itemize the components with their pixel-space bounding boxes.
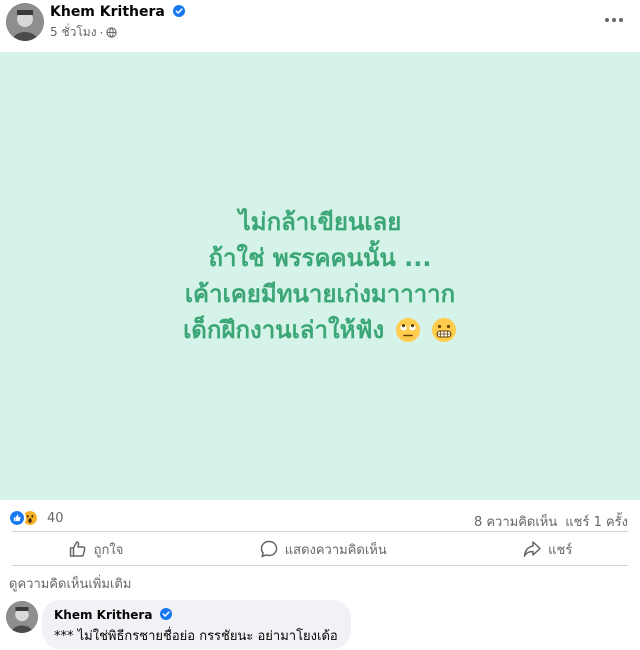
divider bbox=[12, 565, 628, 566]
post-meta: 5 ชั่วโมง · bbox=[50, 23, 118, 42]
share-button[interactable]: แชร์ bbox=[512, 534, 582, 564]
reaction-icons[interactable] bbox=[8, 509, 39, 527]
thumbs-up-icon bbox=[69, 541, 86, 557]
post-text-line: เค้าเคยมีทนายเก่งมาาาาก bbox=[184, 280, 456, 308]
comment-author[interactable]: Khem Krithera bbox=[54, 608, 339, 622]
comment-count[interactable]: 8 ความคิดเห็น bbox=[474, 511, 557, 532]
like-label: ถูกใจ bbox=[93, 542, 124, 558]
view-more-comments-link[interactable]: ดูความคิดเห็นเพิ่มเติม bbox=[9, 573, 131, 594]
post-stats: 8 ความคิดเห็น แชร์ 1 ครั้ง bbox=[474, 511, 628, 532]
post-text: ไม่กล้าเขียนเลย ถ้าใช่ พรรคคนนั้น ... เค… bbox=[183, 204, 457, 348]
post-text-line: ไม่กล้าเขียนเลย bbox=[238, 208, 402, 236]
comment-text: *** ไม่ใช่พิธีกรชายชื่อย่อ กรรชัยนะ อย่า… bbox=[54, 629, 338, 644]
share-icon bbox=[523, 541, 541, 557]
post-timestamp[interactable]: 5 ชั่วโมง bbox=[50, 23, 97, 42]
share-count[interactable]: แชร์ 1 ครั้ง bbox=[565, 511, 628, 532]
comment-bubble: Khem Krithera *** ไม่ใช่พิธีกรชายชื่อย่อ… bbox=[42, 600, 351, 649]
post-body: ไม่กล้าเขียนเลย ถ้าใช่ พรรคคนนั้น ... เค… bbox=[0, 52, 640, 500]
author-name-text[interactable]: Khem Krithera bbox=[50, 4, 165, 20]
like-icon bbox=[8, 509, 26, 527]
comment-button[interactable]: แสดงความคิดเห็น bbox=[249, 534, 397, 564]
comment-author-name[interactable]: Khem Krithera bbox=[54, 608, 152, 622]
face-with-rolling-eyes-icon bbox=[395, 318, 420, 342]
post-header: Khem Krithera 5 ชั่วโมง · bbox=[0, 0, 640, 50]
comment-label: แสดงความคิดเห็น bbox=[284, 542, 387, 558]
post-text-line: ถ้าใช่ พรรคคนนั้น ... bbox=[208, 244, 432, 272]
more-options-button[interactable] bbox=[600, 8, 628, 32]
post-text-line-with-emoji: เด็กฝึกงานเล่าให้ฟัง bbox=[183, 312, 457, 348]
post-text-line: เด็กฝึกงานเล่าให้ฟัง bbox=[183, 316, 385, 344]
verified-badge-icon bbox=[172, 5, 185, 17]
share-label: แชร์ bbox=[548, 542, 573, 558]
meta-separator: · bbox=[99, 25, 104, 40]
reaction-count[interactable]: 40 bbox=[47, 511, 64, 526]
author-name[interactable]: Khem Krithera bbox=[50, 4, 185, 20]
divider bbox=[12, 531, 628, 532]
action-bar: ถูกใจ แสดงความคิดเห็น แชร์ bbox=[0, 534, 640, 564]
author-avatar[interactable] bbox=[6, 3, 44, 41]
comment-author-avatar[interactable] bbox=[6, 601, 38, 633]
comment-icon bbox=[260, 540, 277, 558]
grimacing-face-icon bbox=[431, 318, 456, 342]
reactions-bar: 40 8 ความคิดเห็น แชร์ 1 ครั้ง bbox=[0, 503, 640, 531]
more-dots-icon bbox=[605, 18, 623, 22]
globe-icon[interactable] bbox=[106, 27, 118, 38]
verified-badge-icon bbox=[159, 608, 172, 620]
like-button[interactable]: ถูกใจ bbox=[58, 534, 134, 564]
